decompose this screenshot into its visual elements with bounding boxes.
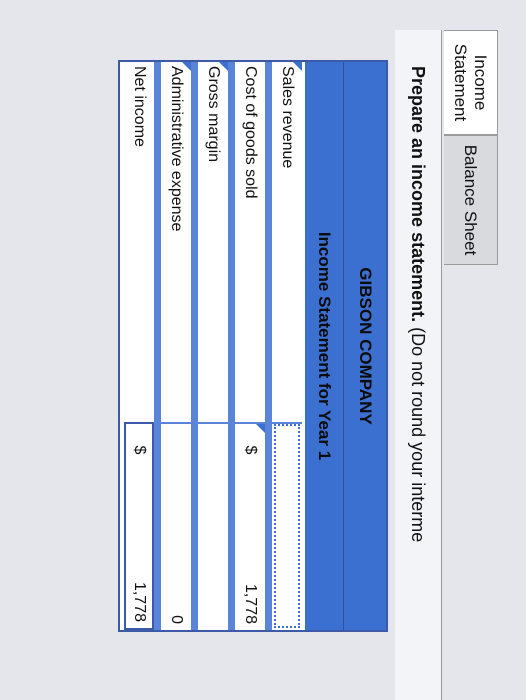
amount-input[interactable] — [198, 422, 228, 630]
income-statement-screen: Income Statement Balance Sheet Prepare a… — [0, 0, 526, 700]
instruction-bold: Prepare an income statement. — [408, 66, 429, 323]
row-cost-of-goods-sold: Cost of goods sold $ 1,778 — [235, 62, 265, 630]
row-label-dropdown[interactable]: Gross margin — [198, 62, 228, 422]
row-administrative-expense: Administrative expense 0 — [161, 62, 191, 630]
income-statement-table: GIBSON COMPANY Income Statement for Year… — [118, 60, 388, 632]
company-name: GIBSON COMPANY — [343, 62, 386, 630]
statement-tabs: Income Statement Balance Sheet — [444, 30, 498, 265]
amount-value: 0 — [168, 615, 185, 624]
amount-input[interactable]: $ 1,778 — [124, 422, 154, 630]
row-sales-revenue: Sales revenue — [272, 62, 302, 630]
statement-title: Income Statement for Year 1 — [315, 231, 334, 461]
amount-value: 1,778 — [242, 583, 259, 624]
instruction-text: Prepare an income statement. (Do not rou… — [395, 30, 442, 700]
row-label-dropdown[interactable]: Sales revenue — [272, 62, 302, 422]
tab-income-statement-line2: Statement — [451, 43, 471, 122]
row-label-dropdown[interactable]: Cost of goods sold — [235, 62, 265, 422]
currency-symbol: $ — [131, 445, 148, 455]
amount-input[interactable] — [272, 422, 302, 630]
row-label-dropdown[interactable]: Net income — [124, 62, 154, 422]
tab-income-statement-line1: Income — [471, 54, 491, 111]
tab-balance-sheet[interactable]: Balance Sheet — [444, 135, 498, 265]
amount-input[interactable]: $ 1,778 — [235, 422, 265, 630]
amount-value: 1,778 — [131, 581, 148, 622]
row-gross-margin: Gross margin — [198, 62, 228, 630]
tab-income-statement[interactable]: Income Statement — [444, 30, 498, 135]
statement-header: GIBSON COMPANY Income Statement for Year… — [305, 62, 386, 630]
statement-rows: Sales revenue Cost of goods sold $ 1,778… — [124, 62, 302, 630]
row-label-dropdown[interactable]: Administrative expense — [161, 62, 191, 422]
currency-symbol: $ — [242, 445, 259, 455]
amount-input[interactable]: 0 — [161, 422, 191, 630]
instruction-note: (Do not round your interme — [408, 322, 429, 543]
row-net-income: Net income $ 1,778 — [124, 62, 154, 630]
